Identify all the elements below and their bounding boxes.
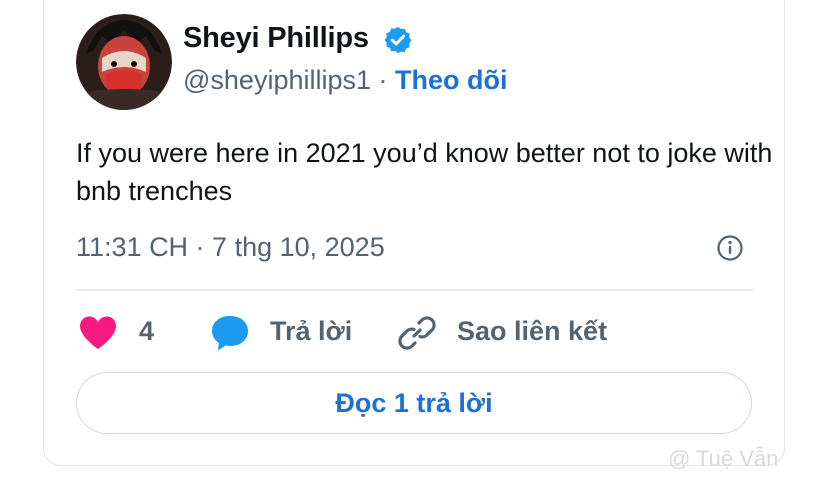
like-button[interactable]: 4 <box>76 312 166 352</box>
divider <box>76 289 753 291</box>
reply-label: Trả lời <box>270 316 353 346</box>
copy-link-button[interactable]: Sao liên kết <box>398 312 618 352</box>
post-text: If you were here in 2021 you’d know bett… <box>76 138 773 206</box>
link-icon <box>398 316 436 350</box>
avatar[interactable] <box>76 14 172 110</box>
heart-icon <box>80 316 116 349</box>
handle-row: @sheyiphillips1 · Theo dõi <box>183 65 508 96</box>
author-name[interactable]: Sheyi Phillips <box>183 22 369 55</box>
copy-link-label: Sao liên kết <box>457 316 608 346</box>
speech-bubble-icon <box>212 316 248 351</box>
read-replies-button[interactable]: Đọc 1 trả lời <box>76 372 752 434</box>
separator-dot: · <box>378 65 388 95</box>
info-icon[interactable] <box>716 234 744 262</box>
reply-button[interactable]: Trả lời <box>210 312 360 352</box>
like-count: 4 <box>139 316 155 346</box>
verified-badge-icon <box>384 26 412 54</box>
follow-link[interactable]: Theo dõi <box>395 65 507 95</box>
watermark: @ Tuệ Vẫn <box>668 446 779 471</box>
post-timestamp[interactable]: 11:31 CH · 7 thg 10, 2025 <box>76 232 385 263</box>
author-handle[interactable]: @sheyiphillips1 <box>183 65 371 95</box>
